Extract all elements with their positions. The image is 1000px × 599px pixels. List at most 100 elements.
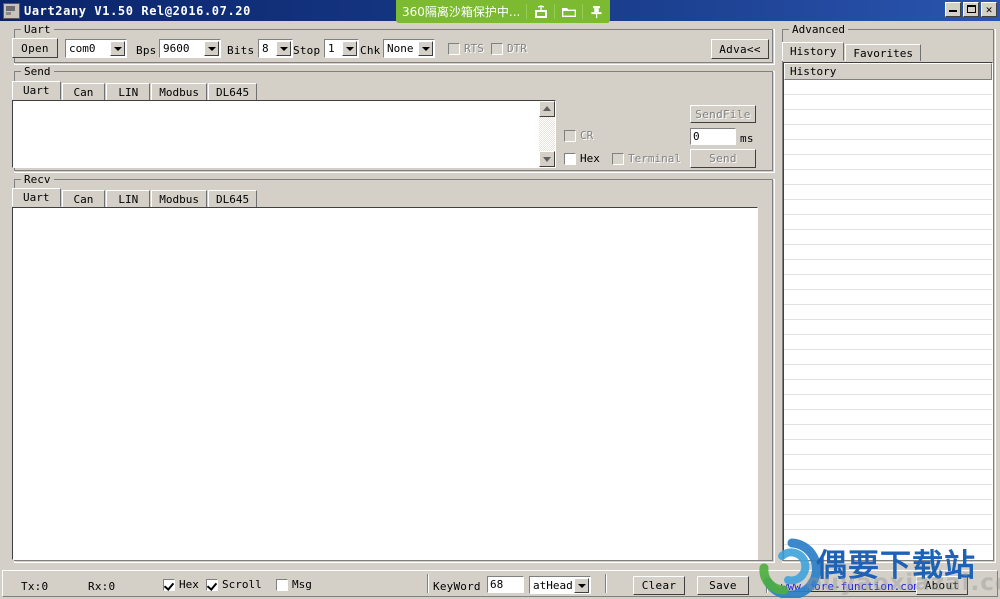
chevron-down-icon[interactable]	[110, 41, 125, 56]
status-msg-checkbox[interactable]: Msg	[276, 578, 312, 591]
send-tab-dl645[interactable]: DL645	[208, 83, 258, 100]
list-item[interactable]	[784, 410, 992, 425]
maximize-button[interactable]	[963, 2, 979, 17]
recv-textarea[interactable]	[12, 207, 758, 560]
list-item[interactable]	[784, 95, 992, 110]
send-scrollbar[interactable]	[539, 101, 555, 167]
chevron-down-icon[interactable]	[204, 41, 219, 56]
status-scroll-checkbox[interactable]: Scroll	[206, 578, 262, 591]
port-combo[interactable]: com0	[65, 39, 127, 58]
dtr-checkbox[interactable]: DTR	[491, 42, 527, 55]
history-list[interactable]: History	[783, 62, 993, 560]
list-item[interactable]	[784, 125, 992, 140]
list-item[interactable]	[784, 425, 992, 440]
list-item[interactable]	[784, 155, 992, 170]
list-item[interactable]	[784, 365, 992, 380]
chk-label: Chk	[360, 44, 381, 57]
keyword-input[interactable]: 68	[487, 576, 524, 593]
checkbox-box	[448, 42, 460, 55]
terminal-checkbox[interactable]: Terminal	[612, 152, 681, 165]
list-item[interactable]	[784, 485, 992, 500]
list-item[interactable]	[784, 515, 992, 530]
list-item[interactable]	[784, 350, 992, 365]
package-icon[interactable]	[527, 0, 554, 23]
clear-button[interactable]: Clear	[633, 576, 685, 595]
list-item[interactable]	[784, 545, 992, 559]
list-item[interactable]	[784, 170, 992, 185]
interval-unit-label: ms	[740, 132, 754, 145]
recv-tab-modbus[interactable]: Modbus	[151, 190, 207, 207]
interval-input[interactable]: 0	[690, 128, 736, 145]
stop-combo[interactable]: 1	[324, 39, 359, 58]
advanced-tab-favorites[interactable]: Favorites	[845, 44, 921, 61]
position-combo[interactable]: atHead	[529, 576, 591, 594]
advanced-toggle-button[interactable]: Adva<<	[711, 39, 769, 59]
list-item[interactable]	[784, 380, 992, 395]
open-button[interactable]: Open	[12, 38, 58, 58]
list-item[interactable]	[784, 470, 992, 485]
close-button[interactable]: ✕	[981, 2, 997, 17]
bps-label: Bps	[136, 44, 157, 57]
list-item[interactable]	[784, 215, 992, 230]
recv-tab-uart[interactable]: Uart	[12, 188, 61, 207]
send-tab-can[interactable]: Can	[61, 83, 106, 100]
chevron-down-icon[interactable]	[342, 41, 357, 56]
recv-tab-can[interactable]: Can	[61, 190, 106, 207]
minimize-button[interactable]	[945, 2, 961, 17]
send-text	[13, 101, 555, 105]
send-textarea[interactable]	[12, 100, 556, 168]
list-item[interactable]	[784, 290, 992, 305]
sendfile-button[interactable]: SendFile	[690, 105, 756, 123]
send-group-label: Send	[21, 65, 54, 78]
list-item[interactable]	[784, 185, 992, 200]
bits-combo[interactable]: 8	[258, 39, 293, 58]
list-item[interactable]	[784, 245, 992, 260]
advanced-tab-history[interactable]: History	[782, 42, 845, 61]
recv-tab-dl645[interactable]: DL645	[208, 190, 258, 207]
list-item[interactable]	[784, 455, 992, 470]
bps-combo[interactable]: 9600	[159, 39, 221, 58]
rx-counter: Rx:0	[88, 580, 116, 593]
history-rows[interactable]	[784, 80, 992, 559]
save-button[interactable]: Save	[697, 576, 749, 595]
cr-checkbox[interactable]: CR	[564, 129, 593, 142]
send-button[interactable]: Send	[690, 149, 756, 168]
chk-combo[interactable]: None	[383, 39, 435, 58]
list-item[interactable]	[784, 500, 992, 515]
list-item[interactable]	[784, 110, 992, 125]
list-item[interactable]	[784, 335, 992, 350]
sandbox-banner[interactable]: 360隔离沙箱保护中...	[396, 0, 611, 23]
scroll-up-icon[interactable]	[539, 101, 555, 117]
interval-value: 0	[693, 130, 700, 143]
status-msg-label: Msg	[292, 578, 312, 591]
list-item[interactable]	[784, 80, 992, 95]
list-item[interactable]	[784, 260, 992, 275]
list-item[interactable]	[784, 440, 992, 455]
status-hex-checkbox[interactable]: Hex	[163, 578, 199, 591]
list-item[interactable]	[784, 320, 992, 335]
recv-tab-lin[interactable]: LIN	[106, 190, 151, 207]
about-button[interactable]: About	[916, 576, 968, 595]
history-column-header[interactable]: History	[784, 63, 992, 80]
scroll-down-icon[interactable]	[539, 151, 555, 167]
pin-icon[interactable]	[583, 0, 610, 23]
scrollbar-track[interactable]	[539, 117, 555, 151]
send-tab-modbus[interactable]: Modbus	[151, 83, 207, 100]
dtr-label: DTR	[507, 42, 527, 55]
website-link[interactable]: www.more-function.com	[781, 580, 920, 593]
chevron-down-icon[interactable]	[418, 41, 433, 56]
chevron-down-icon[interactable]	[574, 577, 589, 593]
folder-icon[interactable]	[555, 0, 582, 23]
list-item[interactable]	[784, 395, 992, 410]
list-item[interactable]	[784, 200, 992, 215]
rts-checkbox[interactable]: RTS	[448, 42, 484, 55]
chevron-down-icon[interactable]	[276, 41, 291, 56]
list-item[interactable]	[784, 305, 992, 320]
list-item[interactable]	[784, 275, 992, 290]
send-hex-checkbox[interactable]: Hex	[564, 152, 600, 165]
send-tab-uart[interactable]: Uart	[12, 81, 61, 100]
list-item[interactable]	[784, 140, 992, 155]
list-item[interactable]	[784, 230, 992, 245]
send-tab-lin[interactable]: LIN	[106, 83, 151, 100]
list-item[interactable]	[784, 530, 992, 545]
